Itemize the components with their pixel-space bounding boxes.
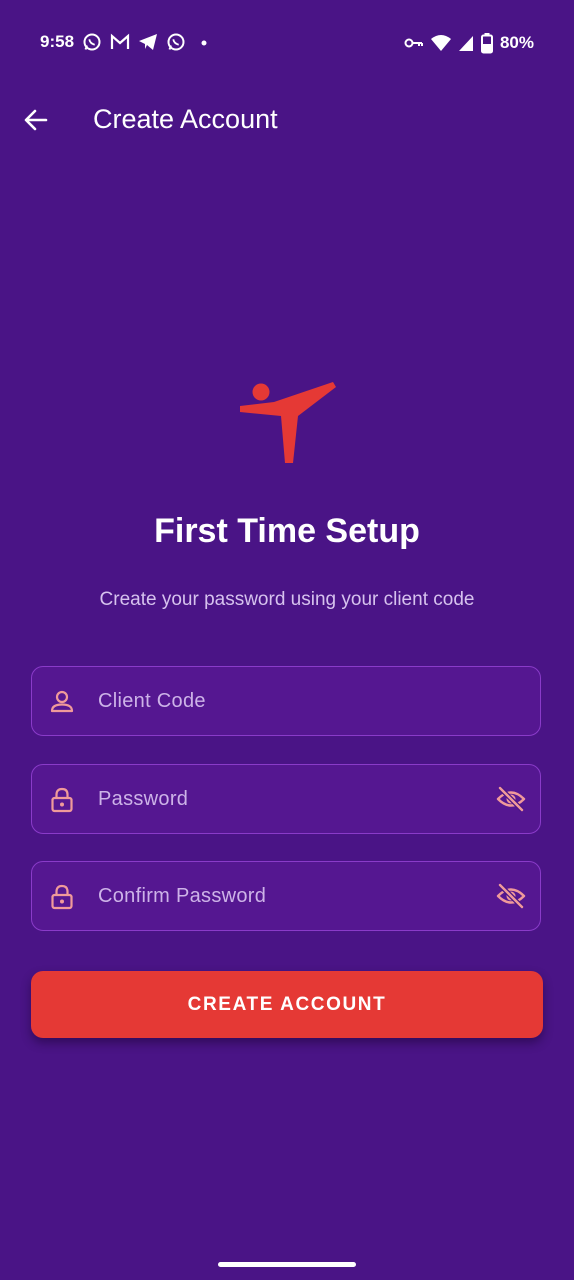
back-button[interactable] xyxy=(20,106,52,134)
arrow-left-icon xyxy=(20,106,52,134)
vpn-key-icon xyxy=(404,36,424,50)
confirm-password-field[interactable] xyxy=(31,861,541,931)
setup-title: First Time Setup xyxy=(154,512,420,550)
whatsapp-icon xyxy=(82,32,102,52)
client-code-field[interactable] xyxy=(31,666,541,736)
status-time: 9:58 xyxy=(40,32,75,51)
setup-subtitle: Create your password using your client c… xyxy=(99,589,475,610)
home-indicator[interactable] xyxy=(218,1262,356,1267)
gmail-icon xyxy=(110,33,130,51)
martial-arts-kick-icon xyxy=(236,378,336,468)
lock-icon xyxy=(50,884,74,910)
notification-icons xyxy=(82,32,210,52)
telegram-icon xyxy=(138,33,158,51)
person-icon xyxy=(50,689,74,715)
wifi-icon xyxy=(430,34,452,52)
eye-off-icon[interactable] xyxy=(496,882,526,910)
app-bar: Create Account xyxy=(0,90,574,150)
battery-saver-icon xyxy=(480,32,494,54)
page-title: Create Account xyxy=(93,104,278,134)
dot-icon xyxy=(194,33,210,51)
system-icons: 80% xyxy=(404,32,534,54)
eye-off-icon[interactable] xyxy=(496,785,526,813)
signal-icon xyxy=(458,34,474,52)
lock-icon xyxy=(50,787,74,813)
password-input[interactable] xyxy=(96,765,478,833)
confirm-password-input[interactable] xyxy=(96,862,478,930)
client-code-input[interactable] xyxy=(96,667,478,735)
app-logo xyxy=(236,378,336,468)
password-field[interactable] xyxy=(31,764,541,834)
status-bar: 9:58 80% xyxy=(0,0,574,86)
whatsapp-icon xyxy=(166,32,186,52)
battery-percentage: 80% xyxy=(499,33,534,52)
create-account-button[interactable]: CREATE ACCOUNT xyxy=(31,971,543,1038)
